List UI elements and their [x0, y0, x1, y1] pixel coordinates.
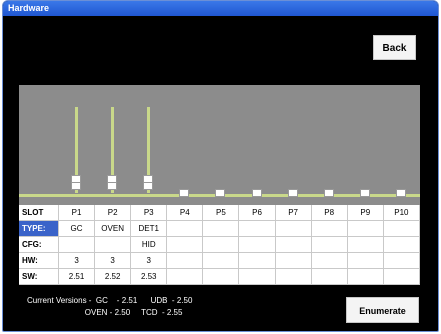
- table-cell[interactable]: [203, 253, 240, 269]
- table-cell[interactable]: [59, 237, 96, 253]
- table-cell[interactable]: [167, 253, 204, 269]
- slot-header-row: SLOT P1 P2 P3 P4 P5 P6 P7 P8 P9 P10: [19, 205, 420, 221]
- table-cell[interactable]: [203, 269, 240, 285]
- table-cell[interactable]: 3: [59, 253, 96, 269]
- hardware-window: Hardware Back SLOT P1 P2 P3 P4 P5 P6 P7 …: [2, 0, 439, 332]
- table-cell[interactable]: 3: [95, 253, 132, 269]
- table-cell[interactable]: HID: [131, 237, 168, 253]
- table-cell[interactable]: [275, 237, 312, 253]
- slider-knob[interactable]: [251, 189, 262, 197]
- table-cell[interactable]: [239, 221, 276, 237]
- table-cell[interactable]: [239, 237, 276, 253]
- slider-knob[interactable]: [143, 182, 154, 190]
- table-cell[interactable]: [275, 221, 312, 237]
- table-cell[interactable]: 2.52: [95, 269, 132, 285]
- table-cell[interactable]: [383, 221, 420, 237]
- slider-knob[interactable]: [395, 189, 406, 197]
- slider-knob[interactable]: [179, 189, 190, 197]
- slot-cell: P9: [347, 205, 384, 221]
- table-cell[interactable]: DET1: [131, 221, 168, 237]
- row-label-cfg[interactable]: CFG:: [19, 237, 59, 253]
- row-label-hw[interactable]: HW:: [19, 253, 59, 269]
- table-cell[interactable]: [275, 253, 312, 269]
- table-cell[interactable]: [347, 269, 384, 285]
- table-cell[interactable]: [311, 253, 348, 269]
- table-cell[interactable]: 3: [131, 253, 168, 269]
- versions-line-2: OVEN - 2.50 TCD - 2.55: [27, 308, 183, 317]
- table-cell[interactable]: [275, 269, 312, 285]
- table-cell[interactable]: OVEN: [95, 221, 132, 237]
- slot-cell: P8: [311, 205, 348, 221]
- row-label-sw[interactable]: SW:: [19, 269, 59, 285]
- slot-cell: P10: [383, 205, 420, 221]
- slot-cell: P3: [131, 205, 168, 221]
- table-cell[interactable]: GC: [59, 221, 96, 237]
- slider-knob[interactable]: [107, 182, 118, 190]
- current-versions-text: Current Versions - GC - 2.51 UDB - 2.50 …: [27, 295, 192, 319]
- table-cell[interactable]: [167, 237, 204, 253]
- table-cell[interactable]: 2.51: [59, 269, 96, 285]
- slot-label: SLOT: [19, 205, 59, 221]
- table-row: TYPE: GC OVEN DET1: [19, 221, 420, 237]
- table-row: SW: 2.51 2.52 2.53: [19, 269, 420, 285]
- table-cell[interactable]: [167, 269, 204, 285]
- table-cell[interactable]: [383, 237, 420, 253]
- slider-knob[interactable]: [71, 182, 82, 190]
- slot-cell: P4: [167, 205, 204, 221]
- table-cell[interactable]: [383, 253, 420, 269]
- slot-cell: P6: [239, 205, 276, 221]
- slider-knob[interactable]: [287, 189, 298, 197]
- slot-cell: P7: [275, 205, 312, 221]
- slider-knob[interactable]: [215, 189, 226, 197]
- table-cell[interactable]: 2.53: [131, 269, 168, 285]
- slot-cell: P2: [95, 205, 132, 221]
- table-cell[interactable]: [203, 221, 240, 237]
- table-cell[interactable]: [347, 221, 384, 237]
- slider-knob[interactable]: [359, 189, 370, 197]
- versions-line-1: Current Versions - GC - 2.51 UDB - 2.50: [27, 296, 193, 305]
- table-cell[interactable]: [203, 237, 240, 253]
- table-cell[interactable]: [311, 269, 348, 285]
- table-cell[interactable]: [311, 221, 348, 237]
- table-cell[interactable]: [239, 269, 276, 285]
- enumerate-button[interactable]: Enumerate: [346, 297, 419, 323]
- table-row: CFG: HID: [19, 237, 420, 253]
- table-cell[interactable]: [167, 221, 204, 237]
- table-cell[interactable]: [347, 253, 384, 269]
- slider-knob[interactable]: [323, 189, 334, 197]
- table-cell[interactable]: [383, 269, 420, 285]
- row-label-type[interactable]: TYPE:: [19, 221, 59, 237]
- slot-cell: P1: [59, 205, 96, 221]
- table-cell[interactable]: [347, 237, 384, 253]
- slot-cell: P5: [203, 205, 240, 221]
- table-cell[interactable]: [95, 237, 132, 253]
- table-row: HW: 3 3 3: [19, 253, 420, 269]
- slot-table: SLOT P1 P2 P3 P4 P5 P6 P7 P8 P9 P10 TYPE…: [19, 205, 420, 285]
- table-cell[interactable]: [239, 253, 276, 269]
- table-cell[interactable]: [311, 237, 348, 253]
